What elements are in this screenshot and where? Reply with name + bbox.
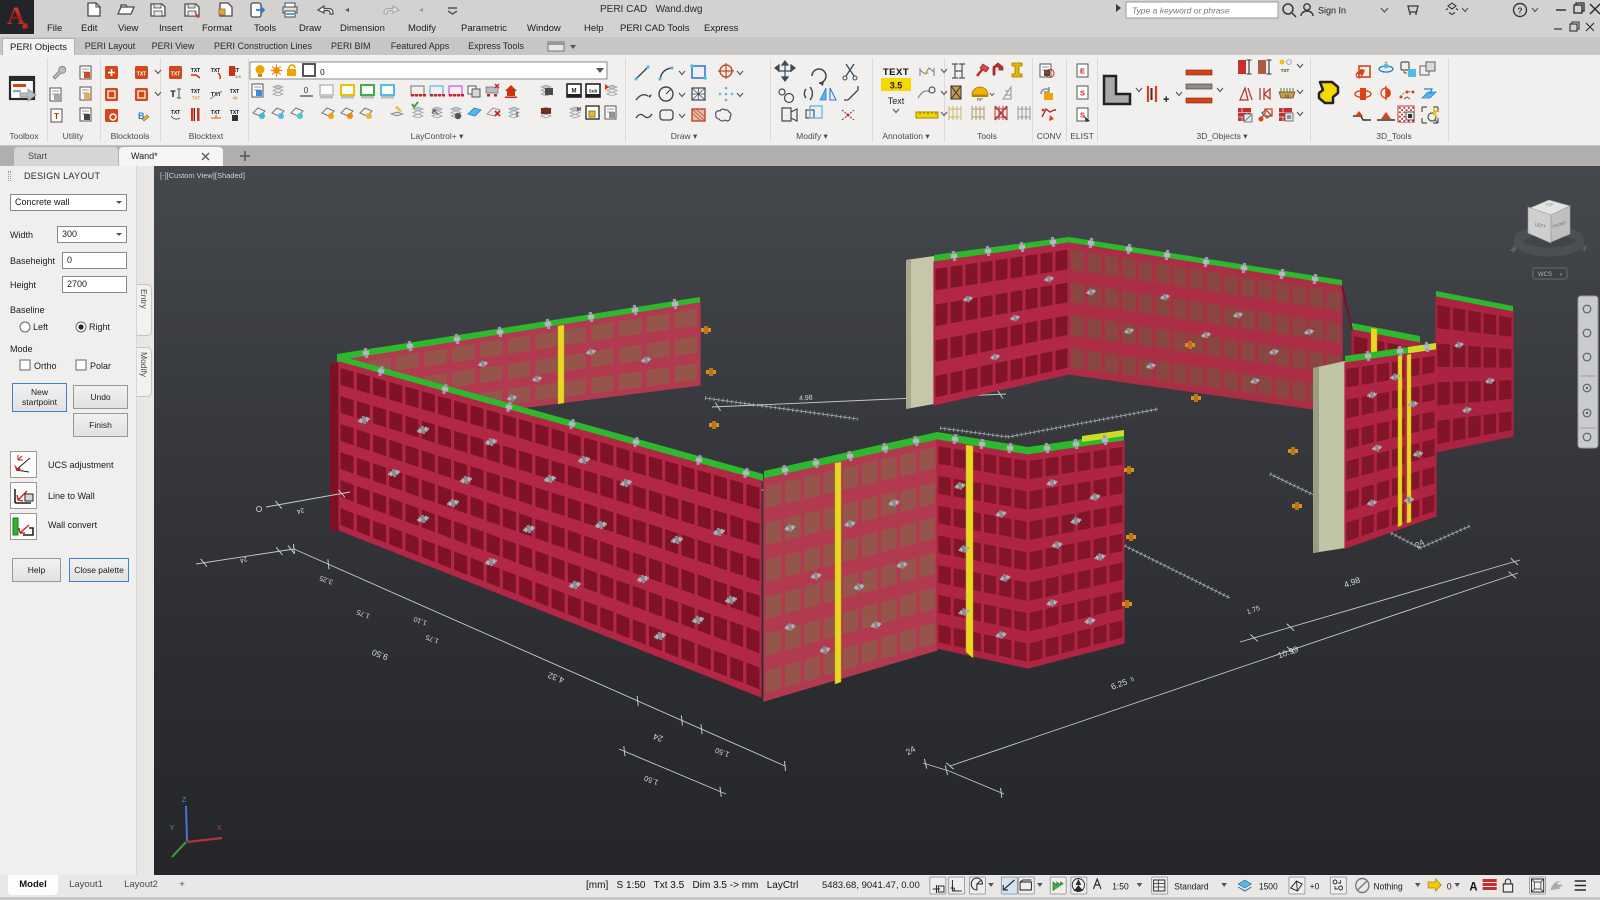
svg-text:X: X xyxy=(216,823,221,832)
svg-text:E: E xyxy=(1080,67,1085,76)
svg-text:M: M xyxy=(577,107,581,113)
svg-text:TXT: TXT xyxy=(230,89,239,95)
svg-text:0: 0 xyxy=(304,86,309,95)
svg-text:TXT: TXT xyxy=(171,72,180,78)
svg-text:1:X: 1:X xyxy=(235,74,241,79)
svg-text:T: T xyxy=(170,89,176,99)
svg-text:TXT: TXT xyxy=(191,89,200,95)
svg-text:[-][Custom View][Shaded]: [-][Custom View][Shaded] xyxy=(160,171,245,180)
svg-text:!: ! xyxy=(516,112,518,119)
svg-text:Sign In: Sign In xyxy=(1318,6,1346,16)
svg-text:1500: 1500 xyxy=(1259,881,1278,891)
svg-text:4.98: 4.98 xyxy=(799,395,813,403)
svg-text:RF: RF xyxy=(977,97,983,102)
svg-text:S: S xyxy=(1080,89,1085,98)
svg-text:+0: +0 xyxy=(1310,881,1320,891)
svg-text:10: 10 xyxy=(1285,94,1290,99)
svg-text:WCS: WCS xyxy=(1538,272,1552,278)
svg-text:0: 0 xyxy=(1447,881,1452,891)
svg-text:0: 0 xyxy=(320,67,325,77)
svg-text:TXT: TXT xyxy=(171,110,180,116)
svg-text:T: T xyxy=(54,112,59,121)
svg-text:Text: Text xyxy=(888,96,905,106)
svg-text:A: A xyxy=(1469,880,1478,893)
svg-text:Y: Y xyxy=(169,823,174,832)
svg-text:TXT: TXT xyxy=(192,96,201,101)
svg-text:TXT: TXT xyxy=(137,72,146,78)
svg-text:3.5: 3.5 xyxy=(890,81,903,91)
svg-text:M: M xyxy=(572,89,577,95)
svg-text:TEXT: TEXT xyxy=(883,67,909,78)
svg-text:+: + xyxy=(1163,94,1169,106)
svg-text:1:50: 1:50 xyxy=(1112,881,1129,891)
svg-text:Sub: Sub xyxy=(589,89,598,94)
svg-text:Nothing: Nothing xyxy=(1374,881,1403,891)
svg-text:Type a keyword or phrase: Type a keyword or phrase xyxy=(1132,6,1230,16)
svg-text:40: 40 xyxy=(232,96,238,101)
svg-text:Standard: Standard xyxy=(1174,881,1208,891)
svg-text:Z: Z xyxy=(182,795,187,804)
svg-text:TXT: TXT xyxy=(191,68,200,74)
svg-text:?: ? xyxy=(1517,6,1522,16)
svg-text:S: S xyxy=(1080,111,1085,120)
svg-text:TXT: TXT xyxy=(1281,68,1290,73)
